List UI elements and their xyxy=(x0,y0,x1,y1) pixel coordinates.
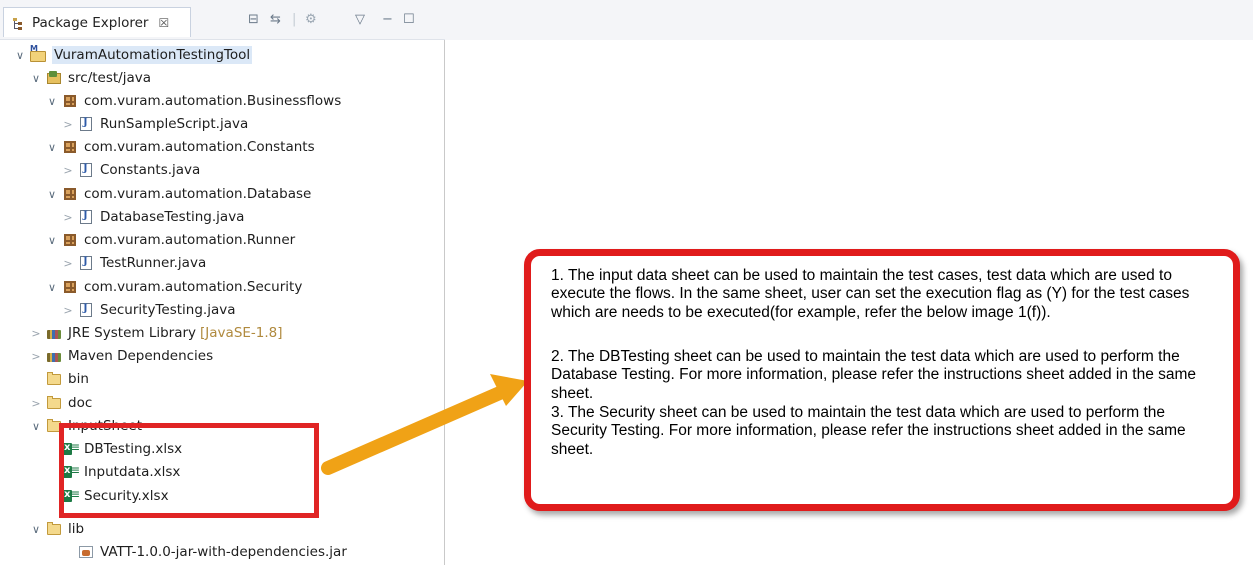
callout-paragraph-2: 2. The DBTesting sheet can be used to ma… xyxy=(551,348,1197,402)
callout-paragraph-1: 1. The input data sheet can be used to m… xyxy=(551,267,1190,321)
instruction-callout: 1. The input data sheet can be used to m… xyxy=(524,249,1240,511)
callout-paragraph-3: 3. The Security sheet can be used to mai… xyxy=(551,404,1186,458)
